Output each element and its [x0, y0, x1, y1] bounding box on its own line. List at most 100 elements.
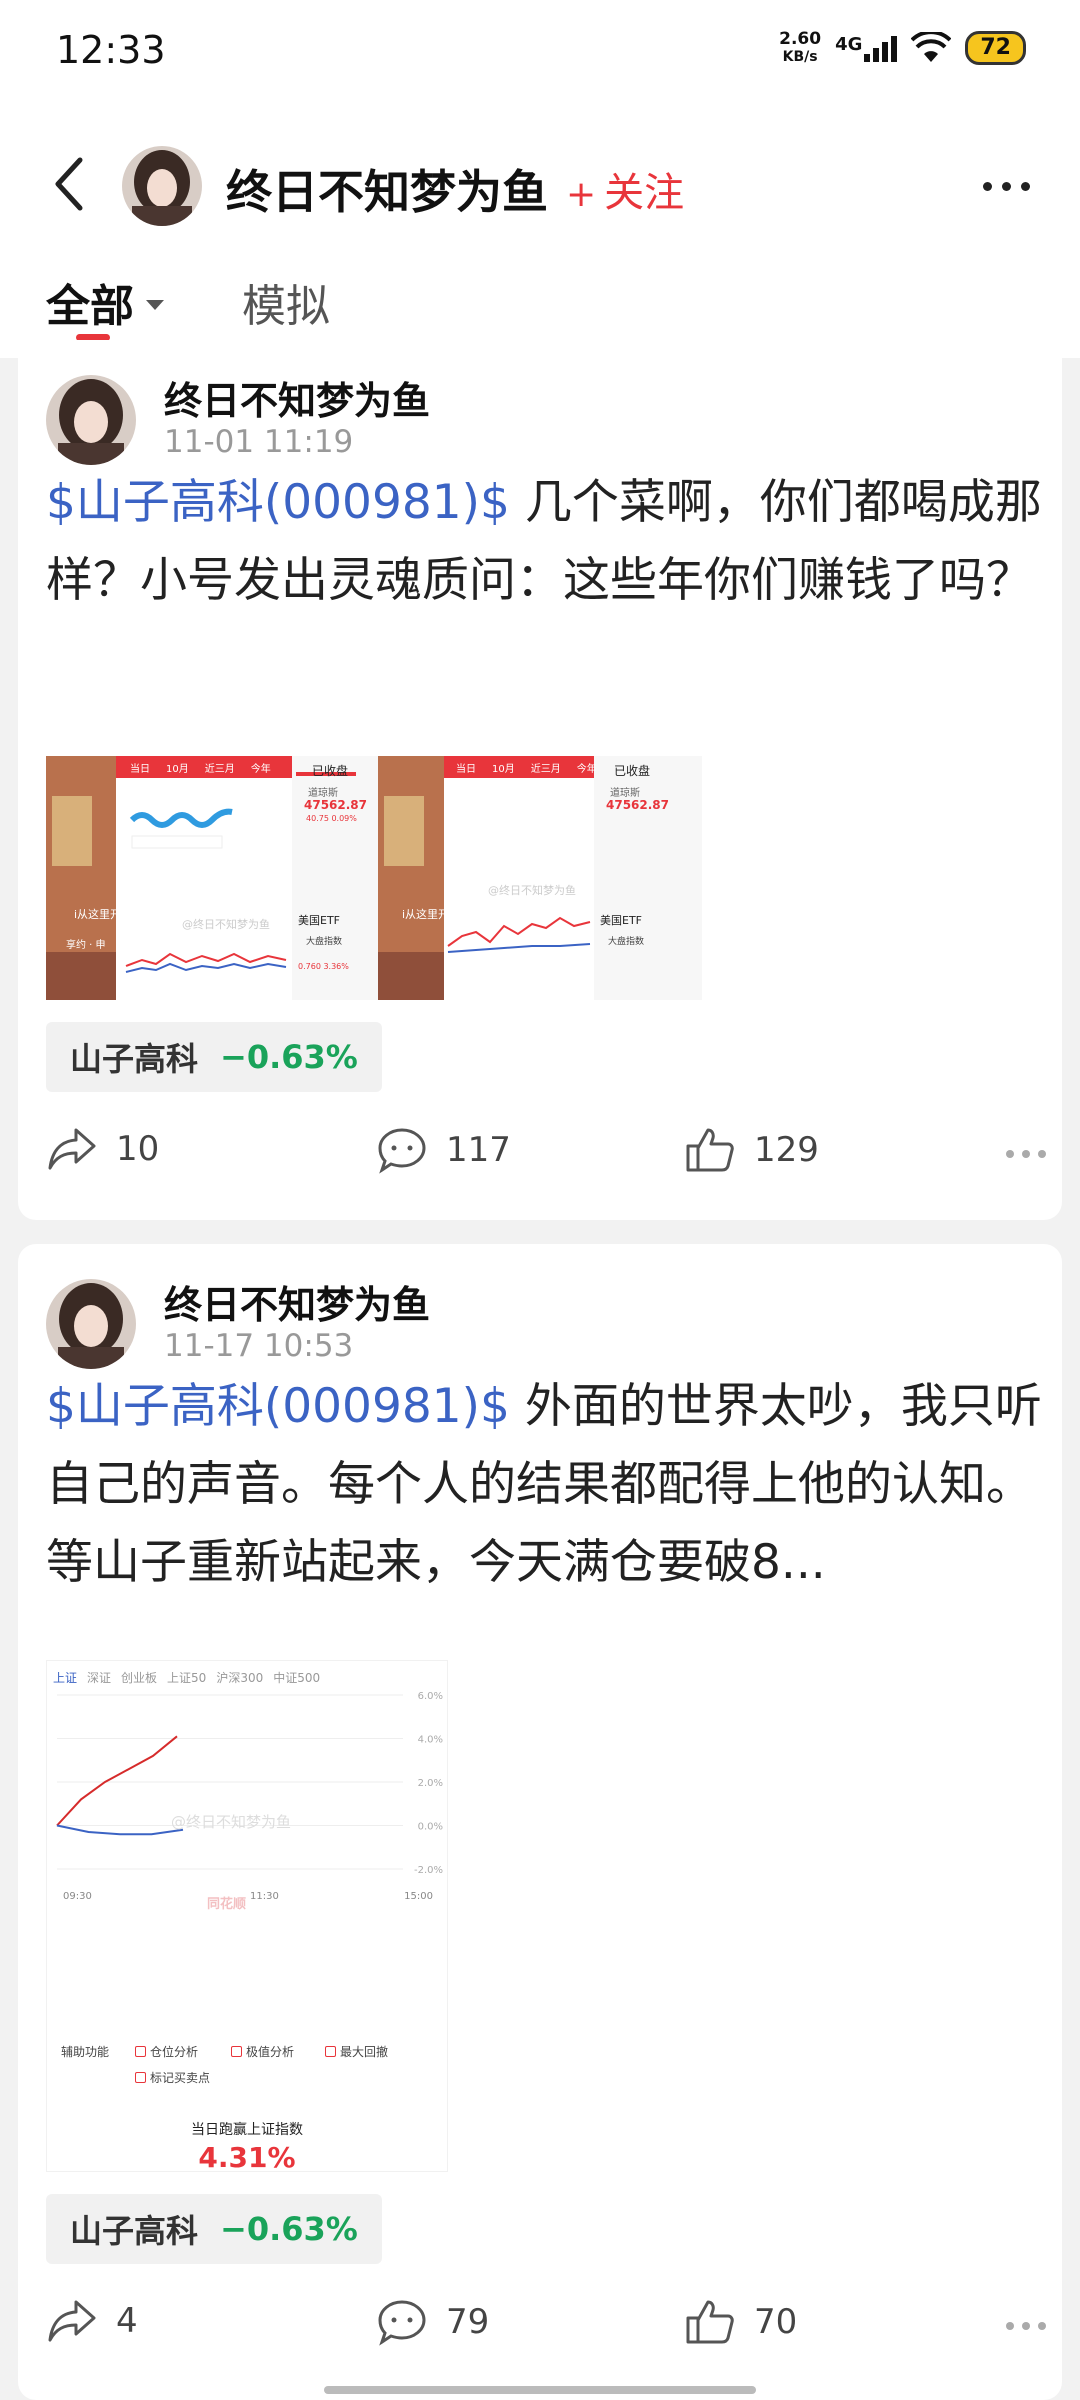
post-author[interactable]: 终日不知梦为鱼	[164, 370, 430, 425]
share-count: 4	[116, 2301, 138, 2341]
like-button[interactable]: 129	[684, 1126, 819, 1174]
battery-icon: 72	[965, 31, 1026, 65]
stock-chip[interactable]: 山子高科 −0.63%	[46, 1022, 382, 1092]
option-checkbox[interactable]: 仓位分析	[135, 2043, 198, 2060]
follow-label: 关注	[604, 170, 685, 216]
stock-chip[interactable]: 山子高科 −0.63%	[46, 2194, 382, 2264]
summary-title: 当日跑赢上证指数	[191, 2122, 303, 2138]
network-type: 4G	[835, 34, 863, 55]
etf-title: 美国ETF	[298, 914, 340, 927]
stock-tag-link[interactable]: $山子高科(000981)$	[46, 475, 510, 530]
x-tick-label: 15:00	[404, 1891, 433, 1902]
like-button[interactable]: 70	[684, 2298, 797, 2346]
comment-icon	[378, 2300, 426, 2346]
index-value: 47562.87	[304, 798, 368, 812]
index-name: 道琼斯	[308, 788, 338, 799]
wifi-icon	[911, 32, 952, 62]
comment-button[interactable]: 79	[376, 2298, 489, 2346]
y-tick-label: 6.0%	[418, 1691, 443, 1702]
thumb-tabs: 当日 10月 近三月 今年	[130, 764, 271, 775]
etf-name: 大盘指数	[608, 937, 645, 947]
stock-tag-link[interactable]: $山子高科(000981)$	[46, 1379, 510, 1434]
network-speed: 2.60 KB/s	[779, 30, 821, 66]
post-images: 当日 10月 近三月 今年 已收盘 道琼斯 47562.87 40.75 0.09% …	[46, 756, 702, 1000]
summary-value: 4.31%	[198, 2141, 296, 2172]
share-count: 10	[116, 1129, 160, 1169]
avatar[interactable]	[46, 375, 136, 465]
y-tick-label: 0.0%	[418, 1822, 443, 1833]
watermark: @终日不知梦为鱼	[182, 918, 270, 931]
network-speed-value: 2.60	[779, 29, 822, 49]
thumbs-up-icon	[686, 2300, 734, 2344]
post-actions: 10 117 129	[46, 1126, 1046, 1186]
share-icon	[48, 1128, 96, 1170]
tab-all[interactable]: 全部	[46, 270, 164, 334]
comment-count: 117	[446, 1130, 511, 1170]
profile-header: 终日不知梦为鱼 + 关注	[0, 110, 1080, 260]
plus-icon: +	[566, 174, 597, 215]
status-icons: 2.60 KB/s 4G 72	[779, 30, 1026, 66]
option-checkbox[interactable]: 标记买卖点	[135, 2069, 210, 2086]
etf-values: 0.760 3.36%	[298, 962, 349, 971]
x-tick-label: 09:30	[63, 1891, 92, 1902]
thumb-left-label: i从这里开	[74, 908, 122, 921]
share-button[interactable]: 4	[46, 2298, 138, 2344]
share-icon	[48, 2300, 96, 2342]
etf-name: 大盘指数	[306, 937, 343, 947]
y-tick-label: -2.0%	[414, 1865, 443, 1876]
post-image[interactable]: 当日 10月 近三月 今年 已收盘 道琼斯 47562.87 美国ETF 大盘指数 i…	[378, 756, 702, 1000]
options-title: 辅助功能	[61, 2045, 110, 2059]
avatar[interactable]	[46, 1279, 136, 1369]
post-card[interactable]: 终日不知梦为鱼 11-01 11:19 $山子高科(000981)$ 几个菜啊，…	[18, 340, 1062, 1220]
back-arrow-icon[interactable]	[50, 156, 90, 212]
comment-icon	[378, 1128, 426, 1174]
option-checkbox[interactable]: 极值分析	[231, 2043, 294, 2060]
stock-change: −0.63%	[220, 2210, 358, 2248]
y-tick-label: 2.0%	[418, 1778, 443, 1789]
etf-title: 美国ETF	[600, 914, 642, 927]
like-count: 70	[754, 2302, 798, 2342]
stock-name: 山子高科	[70, 1040, 199, 1078]
index-value: 47562.87	[606, 798, 670, 812]
tab-simulated[interactable]: 模拟	[242, 270, 330, 334]
comment-button[interactable]: 117	[376, 1126, 511, 1174]
option-checkbox[interactable]: 最大回撤	[325, 2043, 388, 2060]
more-icon[interactable]	[983, 182, 1030, 191]
index-change: 40.75 0.09%	[306, 814, 357, 823]
more-icon[interactable]	[1006, 1150, 1046, 1158]
comment-count: 79	[446, 2302, 490, 2342]
y-tick-label: 4.0%	[418, 1735, 443, 1746]
series-line	[56, 1824, 184, 1836]
watermark: @终日不知梦为鱼	[171, 1813, 292, 1831]
more-icon[interactable]	[1006, 2322, 1046, 2330]
follow-button[interactable]: + 关注	[566, 160, 684, 218]
thumb-tabs: 当日 10月 近三月 今年	[456, 764, 597, 775]
post-time: 11-01 11:19	[164, 424, 354, 460]
stock-change: −0.63%	[220, 1038, 358, 1076]
post-content[interactable]: $山子高科(000981)$ 几个菜啊，你们都喝成那样？小号发出灵魂质问：这些年…	[46, 464, 1046, 620]
like-count: 129	[754, 1130, 819, 1170]
home-indicator[interactable]	[324, 2386, 756, 2394]
network-speed-unit: KB/s	[782, 49, 818, 65]
status-bar: 12:33 2.60 KB/s 4G 72	[0, 0, 1080, 110]
thumb-left-sub: 享约 · 申	[66, 940, 106, 951]
tab-all-label: 全部	[46, 281, 134, 332]
post-content[interactable]: $山子高科(000981)$ 外面的世界太吵，我只听自己的声音。每个人的结果都配…	[46, 1368, 1046, 1602]
x-tick-label: 11:30	[250, 1891, 279, 1902]
status-time: 12:33	[56, 28, 166, 72]
post-image[interactable]: 上证 深证 创业板 上证50 沪深300 中证500 6.0% 4.0% 2.0% 0…	[46, 1660, 448, 2172]
market-status: 已收盘	[614, 764, 651, 778]
post-time: 11-17 10:53	[164, 1328, 354, 1364]
source-mark: 同花顺	[207, 1897, 247, 1912]
profile-name: 终日不知梦为鱼	[226, 165, 548, 219]
post-card[interactable]: 终日不知梦为鱼 11-17 10:53 $山子高科(000981)$ 外面的世界…	[18, 1244, 1062, 2400]
avatar[interactable]	[122, 146, 202, 226]
watermark: @终日不知梦为鱼	[488, 884, 576, 897]
index-name: 道琼斯	[610, 788, 640, 799]
post-author[interactable]: 终日不知梦为鱼	[164, 1274, 430, 1329]
post-actions: 4 79 70	[46, 2298, 1046, 2358]
market-status: 已收盘	[312, 764, 349, 778]
post-image[interactable]: 当日 10月 近三月 今年 已收盘 道琼斯 47562.87 40.75 0.09% …	[46, 756, 378, 1000]
series-line	[56, 1735, 178, 1827]
share-button[interactable]: 10	[46, 1126, 159, 1172]
